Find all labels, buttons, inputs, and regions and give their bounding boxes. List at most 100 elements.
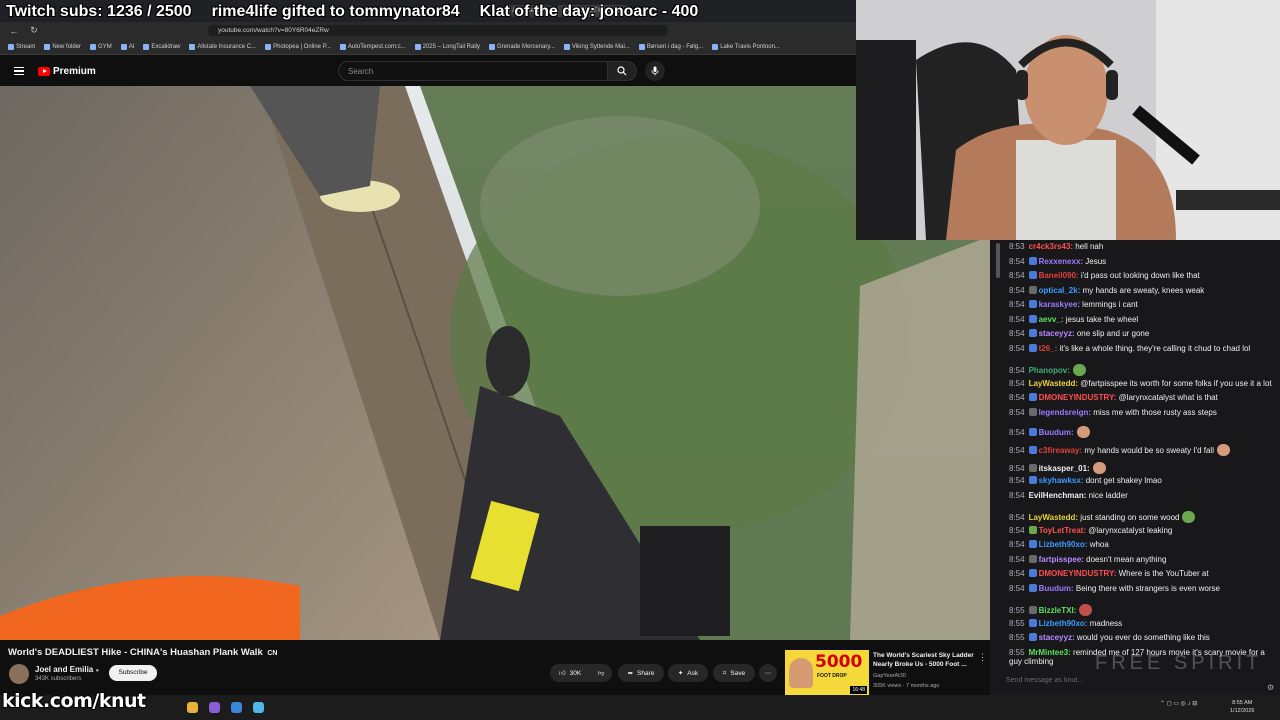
chat-username[interactable]: Rexxenexx: <box>1039 257 1083 266</box>
chat-username[interactable]: LayWastedd: <box>1029 513 1079 522</box>
browser-tab[interactable]: Airplane food <box>506 5 554 17</box>
chrome-icon[interactable] <box>187 702 198 713</box>
bookmark-item[interactable]: Børsen i dag - Følg... <box>638 43 704 50</box>
more-icon[interactable]: ⋮ <box>978 652 987 663</box>
chat-message: 8:54 aevv_: jesus take the wheel <box>1009 315 1138 325</box>
chat-username[interactable]: MrMintee3: <box>1029 648 1071 657</box>
chat-username[interactable]: Baneil090: <box>1039 271 1079 280</box>
chat-timestamp: 8:54 <box>1009 366 1025 375</box>
youtube-logo[interactable]: Premium <box>38 66 96 77</box>
bookmark-item[interactable]: New folder <box>44 43 81 50</box>
chat-username[interactable]: optical_2k: <box>1039 286 1081 295</box>
chat-username[interactable]: staceyyz: <box>1039 633 1075 642</box>
chat-username[interactable]: itskasper_01: <box>1039 464 1090 473</box>
chat-username[interactable]: cr4ck3rs43: <box>1029 242 1073 251</box>
share-button[interactable]: ➦ Share <box>618 664 664 682</box>
dislike-button[interactable]: 👎︎ <box>590 664 612 682</box>
chat-username[interactable]: Phanopov: <box>1029 366 1070 375</box>
bookmark-item[interactable]: Lake Travis Pontoon... <box>712 43 780 50</box>
bookmark-label: Børsen i dag - Følg... <box>646 43 704 50</box>
voice-search-button[interactable] <box>645 61 665 81</box>
chat-message: 8:54 DMONEYINDUSTRY: Where is the YouTube… <box>1009 569 1209 579</box>
chat-text: my hands are sweaty, knees weak <box>1080 286 1205 295</box>
chat-message: 8:54 itskasper_01: <box>1009 462 1106 474</box>
chat-emote-icon <box>1079 604 1093 616</box>
chat-message: 8:54 Buudum: Being there with strangers i… <box>1009 584 1220 594</box>
chat-username[interactable]: fartpisspee: <box>1039 555 1084 564</box>
browser-tab-active[interactable]: DEADLIEST Hike - Ch <box>557 5 630 17</box>
chat-timestamp: 8:54 <box>1009 329 1025 338</box>
save-button[interactable]: ⌑ Save <box>713 664 755 682</box>
chat-username[interactable]: legendsreign: <box>1039 408 1091 417</box>
obs-icon[interactable] <box>209 702 220 713</box>
chat-message: 8:55 BizzleTXI: <box>1009 604 1093 616</box>
chat-badge-icon <box>1028 428 1037 436</box>
chat-timestamp: 8:54 <box>1009 286 1025 295</box>
recommended-thumbnail[interactable]: 5000 FOOT DROP 16:48 <box>785 650 869 696</box>
bookmark-item[interactable]: 2025 – LongTail Rally <box>414 43 480 50</box>
chat-input[interactable]: Send message as knut... <box>1000 673 1260 689</box>
bookmark-label: Grenade Mercenary... <box>497 43 555 50</box>
recommended-channel[interactable]: GapYearAt30 <box>873 673 906 679</box>
bookmark-item[interactable]: AI <box>120 43 134 50</box>
reload-icon[interactable]: ↻ <box>28 25 40 36</box>
chat-username[interactable]: LayWastedd: <box>1029 379 1079 388</box>
screen: Airplane food DEADLIEST Hike - Ch ← ↻ yo… <box>0 0 1280 720</box>
chat-username[interactable]: c3fireaway: <box>1039 446 1083 455</box>
menu-icon[interactable] <box>14 66 24 76</box>
chat-username[interactable]: DMONEYINDUSTRY: <box>1039 569 1117 578</box>
chat-username[interactable]: Buudum: <box>1039 428 1074 437</box>
chat-message: 8:54 skyhawksx: dont get shakey lmao <box>1009 476 1162 486</box>
chat-text: Being there with strangers is even worse <box>1073 584 1220 593</box>
chat-username[interactable]: Buudum: <box>1039 584 1074 593</box>
chat-username[interactable]: Lizbeth90xo: <box>1039 540 1088 549</box>
ask-icon: ✦ <box>677 670 684 677</box>
bookmark-item[interactable]: GYM <box>90 43 112 50</box>
subscriber-count: 343K subscribers <box>35 676 82 682</box>
settings-icon[interactable]: ⚙ <box>1267 683 1274 692</box>
subscribe-button[interactable]: Subscribe <box>109 665 157 681</box>
bookmark-item[interactable]: Photopea | Online P... <box>265 43 331 50</box>
bookmark-item[interactable]: AutoTempest.com:c... <box>339 43 406 50</box>
search-button[interactable] <box>607 61 637 81</box>
bookmark-item[interactable]: Viking Syttende Mai... <box>563 43 630 50</box>
chat-message: 8:54 LayWastedd: just standing on some wo… <box>1009 511 1196 523</box>
more-actions-button[interactable]: ⋯ <box>759 664 777 682</box>
chat-username[interactable]: BizzleTXI: <box>1039 606 1077 615</box>
chat-username[interactable]: skyhawksx: <box>1039 476 1084 485</box>
bookmark-item[interactable]: Grenade Mercenary... <box>489 43 555 50</box>
chat-scrollbar[interactable] <box>996 243 1000 278</box>
search-input[interactable]: Search <box>338 61 610 81</box>
bookmark-label: Viking Syttende Mai... <box>571 43 630 50</box>
chat-text: Where is the YouTuber at <box>1116 569 1209 578</box>
chat-emote-icon <box>1076 426 1090 438</box>
ask-button[interactable]: ✦ Ask <box>668 664 708 682</box>
chat-text: miss me with those rusty ass steps <box>1091 408 1217 417</box>
url-field[interactable]: youtube.com/watch?v=80Y6R04eZRw <box>208 25 668 36</box>
chat-username[interactable]: staceyyz: <box>1039 329 1075 338</box>
chat-username[interactable]: Lizbeth90xo: <box>1039 619 1088 628</box>
browser-icon[interactable] <box>231 702 242 713</box>
chat-username[interactable]: aevv_: <box>1039 315 1064 324</box>
recommended-title[interactable]: The World's Scariest Sky Ladder Nearly B… <box>873 651 983 669</box>
chat-message: 8:54 LayWastedd: @fartpisspee its worth f… <box>1009 379 1272 389</box>
back-icon[interactable]: ← <box>8 26 20 36</box>
chat-username[interactable]: DMONEYINDUSTRY: <box>1039 393 1117 402</box>
avatar[interactable] <box>9 664 29 684</box>
chat-username[interactable]: karaskyee: <box>1039 300 1080 309</box>
like-button[interactable]: 👍︎ 30K <box>550 664 590 682</box>
clock[interactable]: 8:55 AM 1/12/2026 <box>1230 700 1254 715</box>
tray-icons[interactable]: ⌃ ◻ ▭ ◎ ♪ ⊟ <box>1160 700 1197 707</box>
chat-text: @fartpisspee its worth for some folks if… <box>1078 379 1272 388</box>
bookmark-label: Photopea | Online P... <box>273 43 331 50</box>
bookmark-item[interactable]: Stream <box>8 43 35 50</box>
video-player[interactable] <box>0 86 990 640</box>
app-icon[interactable] <box>253 702 264 713</box>
chat-username[interactable]: t26_: <box>1039 344 1058 353</box>
chat-text: i'd pass out looking down like that <box>1078 271 1200 280</box>
channel-name[interactable]: Joel and Emilia ● <box>35 665 99 674</box>
chat-username[interactable]: EvilHenchman: <box>1029 491 1087 500</box>
chat-username[interactable]: ToyLetTreat: <box>1039 526 1086 535</box>
bookmark-item[interactable]: Allstate Insurance C... <box>189 43 256 50</box>
bookmark-item[interactable]: Excalidraw <box>143 43 180 50</box>
